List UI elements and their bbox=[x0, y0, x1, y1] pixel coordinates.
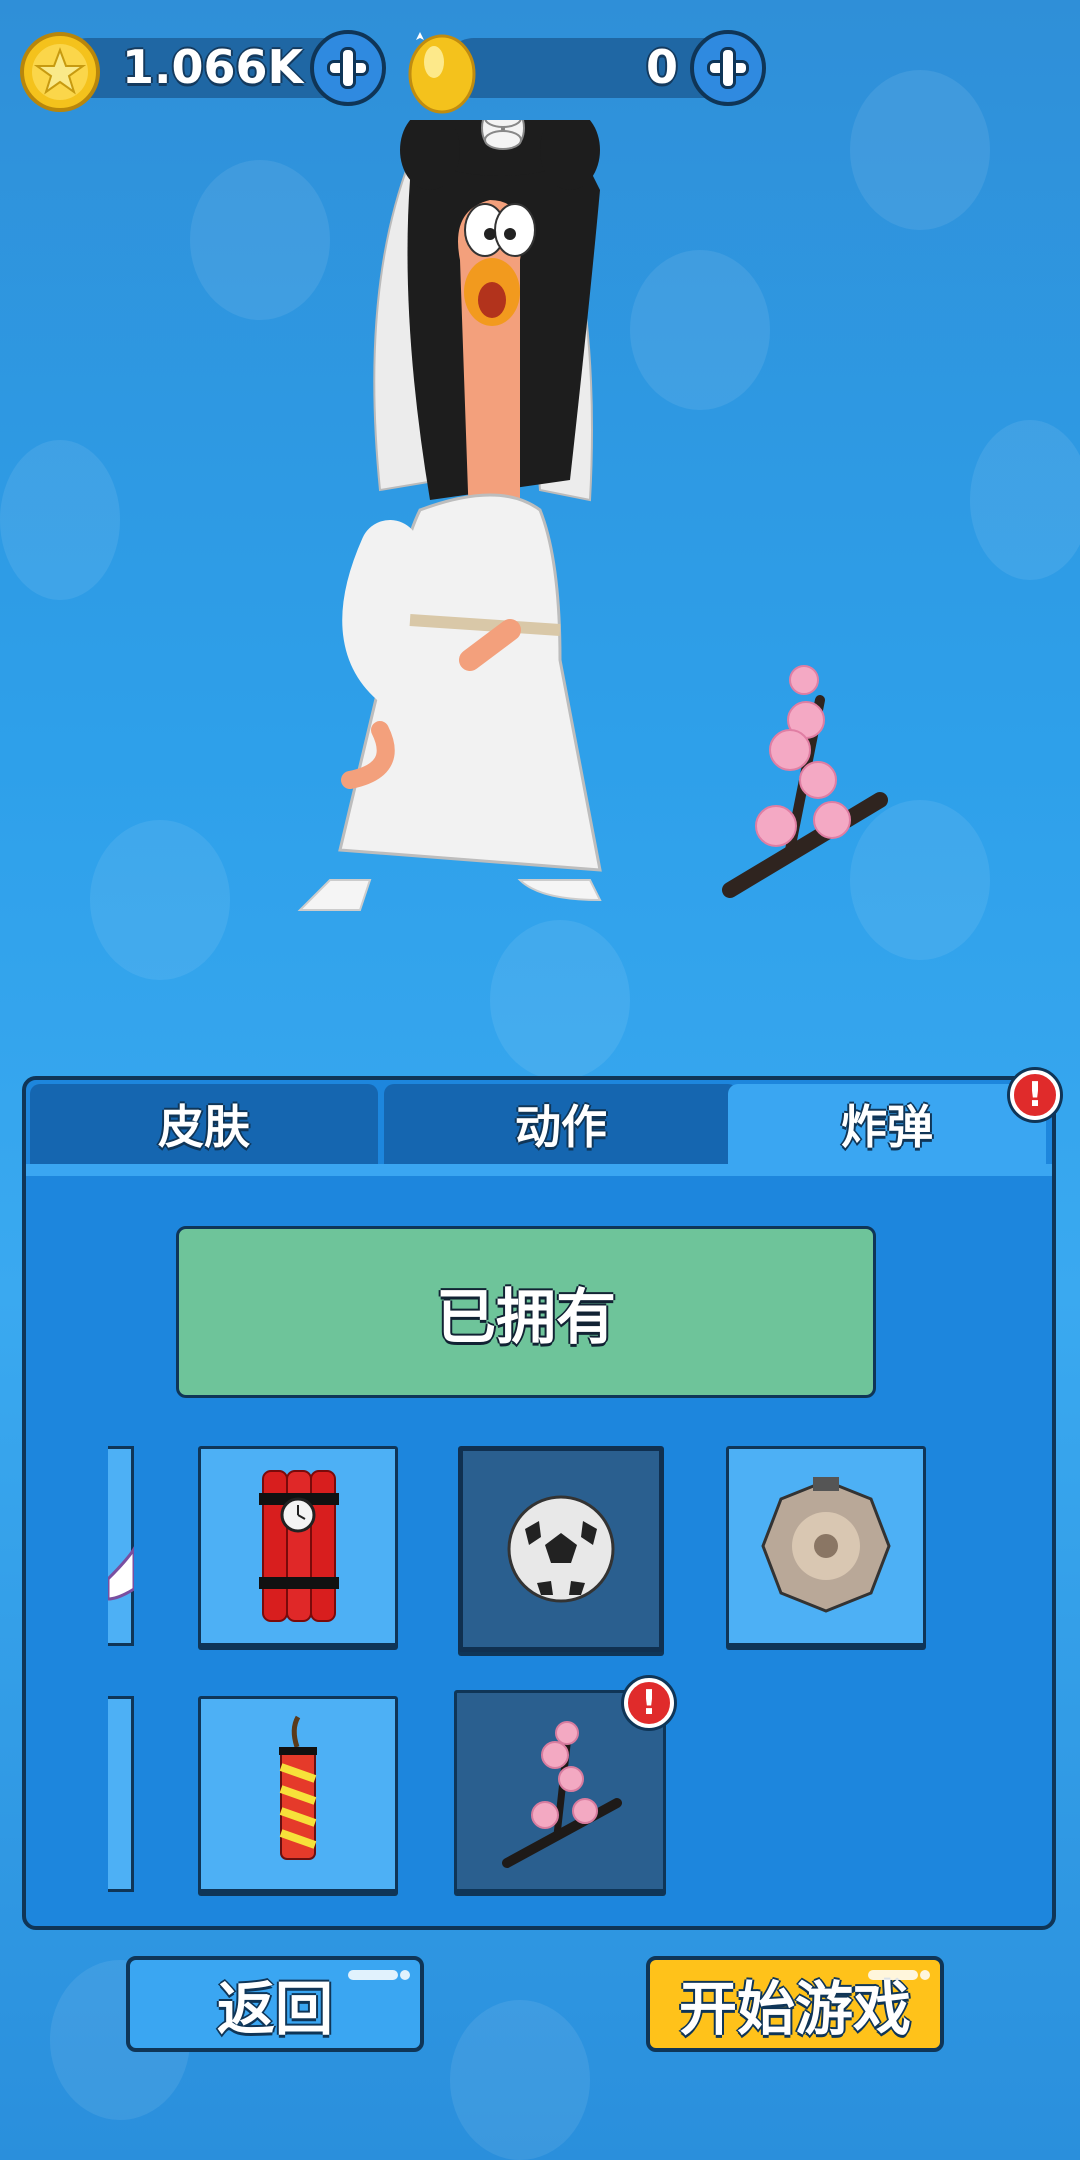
item-slot-soccer-ball[interactable] bbox=[458, 1446, 664, 1652]
button-shine-dot bbox=[920, 1970, 930, 1980]
soccer-ball-icon bbox=[507, 1495, 615, 1603]
owned-status-button[interactable]: 已拥有 bbox=[176, 1226, 876, 1398]
tab-bar: 皮肤 动作 炸弹 bbox=[26, 1080, 1052, 1176]
tab-action[interactable]: 动作 bbox=[384, 1084, 738, 1164]
tab-bomb[interactable]: 炸弹 bbox=[728, 1084, 1046, 1164]
coin-counter: 1.066K bbox=[18, 30, 388, 112]
add-eggs-button[interactable] bbox=[690, 30, 766, 106]
egg-counter: 0 bbox=[404, 30, 774, 114]
back-button[interactable]: 返回 bbox=[126, 1956, 424, 2052]
item-slot-firecracker[interactable] bbox=[198, 1696, 398, 1892]
coin-amount: 1.066K bbox=[122, 40, 304, 94]
firecracker-icon bbox=[279, 1715, 317, 1860]
golden-egg-icon bbox=[408, 32, 476, 114]
item-slot-gong[interactable] bbox=[726, 1446, 926, 1646]
item-slot-partial-left[interactable] bbox=[106, 1446, 136, 1646]
dynamite-bundle-icon bbox=[259, 1470, 339, 1622]
start-game-button[interactable]: 开始游戏 bbox=[646, 1956, 944, 2052]
item-new-alert-badge: ! bbox=[624, 1678, 674, 1728]
star-coin-icon bbox=[20, 32, 100, 112]
gong-icon bbox=[761, 1477, 891, 1613]
back-button-label: 返回 bbox=[216, 1975, 333, 2043]
character-preview bbox=[297, 120, 888, 911]
add-coins-button[interactable] bbox=[310, 30, 386, 106]
cherry-blossom-branch-icon bbox=[502, 1721, 622, 1868]
item-panel: 皮肤 动作 炸弹 已拥有 ! bbox=[22, 1076, 1056, 1930]
tab-underline bbox=[26, 1164, 1052, 1176]
tab-bomb-alert-badge: ! bbox=[1010, 1070, 1060, 1120]
item-slot-dynamite[interactable] bbox=[198, 1446, 398, 1646]
button-shine bbox=[868, 1970, 918, 1980]
partial-item-icon bbox=[106, 1543, 136, 1601]
egg-amount: 0 bbox=[646, 40, 679, 94]
button-shine bbox=[348, 1970, 398, 1980]
item-slot-partial-left-2[interactable] bbox=[108, 1696, 134, 1892]
button-shine-dot bbox=[400, 1970, 410, 1980]
tab-skin[interactable]: 皮肤 bbox=[30, 1084, 378, 1164]
